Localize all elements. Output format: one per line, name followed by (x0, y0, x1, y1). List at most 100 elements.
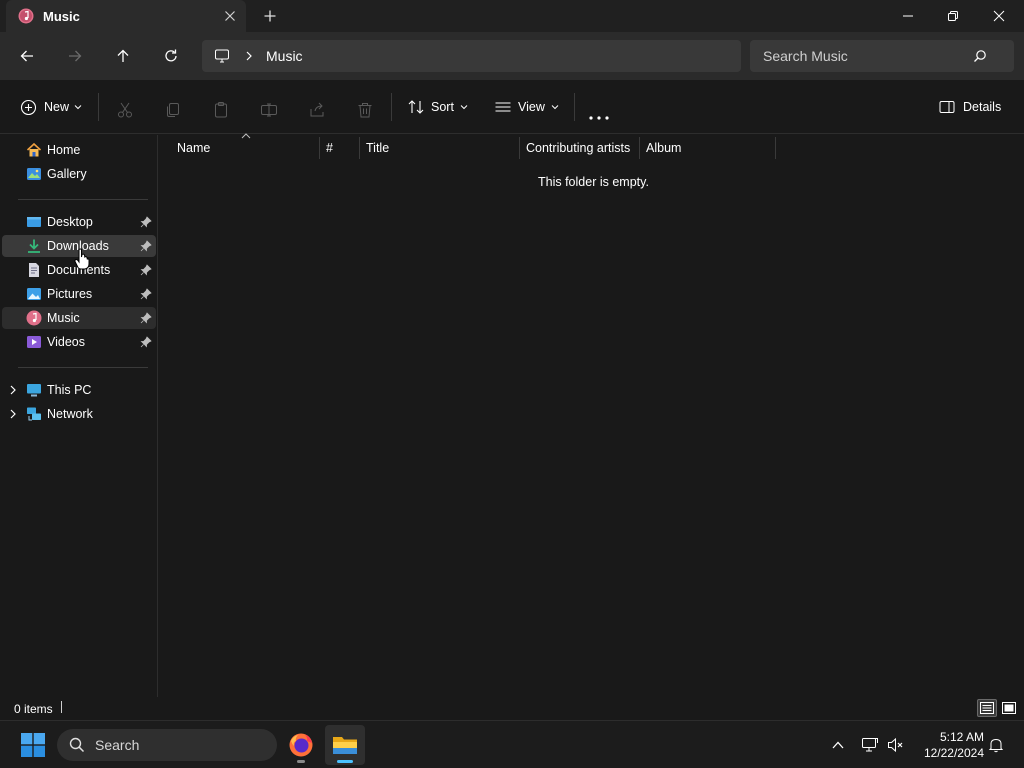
column-divider[interactable] (359, 137, 360, 159)
back-button[interactable] (15, 44, 39, 68)
divider (391, 93, 392, 121)
details-button[interactable]: Details (939, 95, 1001, 119)
taskbar-app-file-explorer[interactable] (325, 725, 365, 765)
music-folder-icon (26, 310, 42, 326)
notifications-button[interactable] (986, 735, 1006, 755)
column-header-album[interactable]: Album (646, 135, 775, 161)
network-icon (27, 407, 41, 421)
pin-icon[interactable] (140, 264, 152, 276)
column-header-contributing-artists[interactable]: Contributing artists (526, 135, 639, 161)
tab-title: Music (43, 8, 80, 24)
search-input[interactable] (763, 48, 973, 64)
sort-icon (408, 100, 424, 114)
start-button[interactable] (13, 725, 53, 765)
search-icon (69, 737, 85, 753)
active-indicator (337, 760, 353, 763)
sidebar-item-label: Gallery (47, 167, 87, 181)
column-divider[interactable] (519, 137, 520, 159)
volume-muted-icon (888, 737, 903, 753)
breadcrumb-music[interactable]: Music (266, 48, 303, 64)
close-icon (993, 10, 1005, 22)
restore-button[interactable] (930, 0, 976, 32)
column-header-number[interactable]: # (326, 135, 359, 161)
chevron-right-icon[interactable] (244, 51, 254, 61)
divider (18, 199, 148, 200)
forward-button[interactable] (63, 44, 87, 68)
sidebar-item-pictures[interactable]: Pictures (2, 283, 156, 305)
pin-icon[interactable] (140, 216, 152, 228)
empty-folder-message: This folder is empty. (538, 175, 649, 189)
file-explorer-icon (333, 737, 357, 754)
text-caret (61, 701, 62, 713)
monitor-icon[interactable] (214, 48, 230, 64)
refresh-button[interactable] (159, 44, 183, 68)
pin-icon[interactable] (140, 336, 152, 348)
address-bar[interactable]: Music (202, 40, 741, 72)
volume-tray-button[interactable] (886, 735, 906, 755)
column-label: Title (366, 141, 390, 155)
pin-icon[interactable] (140, 312, 152, 324)
close-window-button[interactable] (976, 0, 1022, 32)
large-icons-view-button[interactable] (999, 699, 1019, 717)
column-label: Contributing artists (526, 141, 631, 155)
sidebar-item-music[interactable]: Music (2, 307, 156, 329)
refresh-icon (165, 49, 177, 62)
view-button[interactable]: View (494, 95, 559, 119)
clock[interactable]: 5:12 AM 12/22/2024 (914, 729, 984, 761)
minimize-button[interactable] (885, 0, 931, 32)
details-view-button[interactable] (977, 699, 997, 717)
show-hidden-icons-button[interactable] (828, 735, 848, 755)
windows-logo-icon (21, 733, 45, 757)
column-divider[interactable] (639, 137, 640, 159)
music-icon (18, 8, 34, 24)
sidebar-item-desktop[interactable]: Desktop (2, 211, 156, 233)
share-icon[interactable] (308, 98, 326, 122)
column-header-name[interactable]: Name (177, 135, 319, 161)
taskbar-search[interactable]: Search (57, 729, 277, 761)
taskbar-search-label: Search (95, 737, 140, 753)
item-count: 0 items (14, 702, 53, 716)
sidebar-item-label: Home (47, 143, 81, 157)
up-button[interactable] (111, 44, 135, 68)
sidebar-item-home[interactable]: Home (2, 139, 156, 161)
plus-icon[interactable] (262, 8, 278, 24)
sort-button[interactable]: Sort (407, 95, 468, 119)
more-options-icon[interactable] (589, 106, 609, 130)
taskbar: Search 5:12 AM 12/22/2024 (0, 720, 1024, 768)
chevron-up-icon (832, 741, 844, 749)
column-header-title[interactable]: Title (366, 135, 519, 161)
sidebar-item-this-pc[interactable]: This PC (2, 379, 156, 401)
column-divider[interactable] (319, 137, 320, 159)
clock-time: 5:12 AM (939, 730, 984, 744)
chevron-right-icon[interactable] (8, 409, 18, 419)
search-icon (974, 50, 986, 62)
tab-music[interactable]: Music (6, 0, 246, 32)
chevron-right-icon[interactable] (8, 385, 18, 395)
title-bar: Music (0, 0, 1024, 32)
sidebar-item-videos[interactable]: Videos (2, 331, 156, 353)
column-divider[interactable] (775, 137, 776, 159)
search-box[interactable] (750, 40, 1014, 72)
close-icon[interactable] (222, 8, 238, 24)
plus-circle-icon (20, 99, 37, 115)
details-pane-icon (939, 101, 955, 113)
paste-icon[interactable] (212, 98, 230, 122)
clock-date: 12/22/2024 (923, 746, 984, 760)
network-tray-button[interactable] (860, 735, 880, 755)
chevron-down-icon (74, 105, 82, 110)
pin-icon[interactable] (140, 240, 152, 252)
large-icons-view-icon (1002, 702, 1016, 714)
rename-icon[interactable] (260, 98, 278, 122)
details-view-icon (980, 702, 994, 714)
sidebar-item-gallery[interactable]: Gallery (2, 163, 156, 185)
copy-icon[interactable] (164, 98, 182, 122)
new-button[interactable]: New (20, 95, 82, 119)
taskbar-app-firefox[interactable] (281, 725, 321, 765)
sidebar-item-label: This PC (47, 383, 92, 397)
delete-icon[interactable] (356, 98, 374, 122)
sidebar-item-network[interactable]: Network (2, 403, 156, 425)
cut-icon[interactable] (116, 98, 134, 122)
pin-icon[interactable] (140, 288, 152, 300)
divider (98, 93, 99, 121)
navigation-pane: Home Gallery Desktop Downloads Documents (0, 135, 158, 697)
